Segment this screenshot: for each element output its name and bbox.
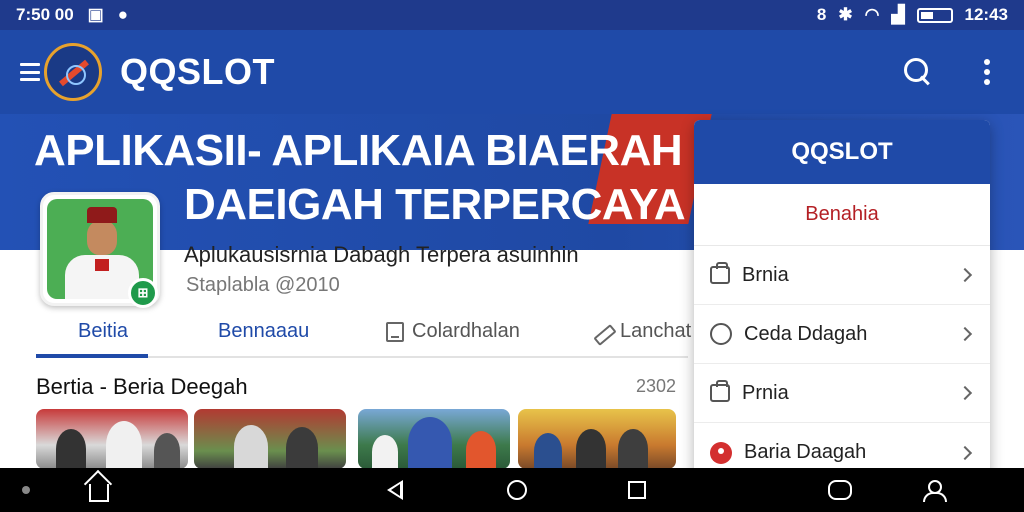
tabs-icon[interactable] [824, 468, 856, 512]
status-bar: 7:50 00 ▣ ● 8 ✱ ◠ ▟ 12:43 [0, 0, 1024, 30]
tab-label: Lanchat [620, 320, 692, 342]
tab-bennaaau[interactable]: Bennaaau [218, 320, 309, 343]
app-title: QQSLOT [120, 51, 275, 92]
home-circle-icon[interactable] [502, 468, 532, 512]
dropdown-header: QQSLOT [694, 120, 990, 184]
image-notification-icon: ▣ [87, 5, 104, 24]
search-icon[interactable] [904, 58, 932, 86]
active-tab-indicator [36, 354, 148, 358]
news-thumbnail[interactable] [518, 409, 676, 469]
wifi-icon: ◠ [864, 5, 880, 24]
chevron-right-icon [957, 385, 973, 401]
notification-dot-icon: ● [117, 5, 129, 24]
status-left: 7:50 00 ▣ ● [16, 5, 128, 25]
document-icon [386, 321, 404, 342]
section-count: 2302 [636, 376, 677, 396]
tab-colardhalan[interactable]: Colardhalan [386, 320, 520, 343]
tab-label: Colardhalan [412, 320, 520, 342]
more-options-icon[interactable] [984, 59, 990, 85]
tab-lanchat[interactable]: Lanchat [592, 320, 691, 343]
chevron-right-icon [957, 326, 973, 342]
nav-dot [16, 468, 36, 512]
screen: 7:50 00 ▣ ● 8 ✱ ◠ ▟ 12:43 QQSLOT APLIKAS… [0, 0, 1024, 512]
location-pin-icon [710, 441, 732, 464]
verified-badge-icon: ⊞ [128, 278, 158, 308]
tab-bar: Beitia Bennaaau Colardhalan Lanchat [36, 312, 691, 358]
hero-title-line1: APLIKASII- APLIKAIA BIAERAH [34, 126, 683, 175]
tab-label: Bennaaau [218, 320, 310, 342]
menu-item-prnia[interactable]: Prnia [694, 364, 990, 423]
menu-item-label: Baria Daagah [744, 441, 867, 463]
user-icon[interactable] [918, 468, 948, 512]
status-time: 7:50 00 [16, 5, 74, 24]
news-thumbnail[interactable] [194, 409, 346, 469]
menu-icon[interactable] [20, 63, 40, 81]
alarm-icon: 8 [816, 5, 827, 24]
status-right: 8 ✱ ◠ ▟ 12:43 [817, 5, 1008, 25]
menu-item-brnia[interactable]: Brnia [694, 246, 990, 305]
app-logo [44, 43, 102, 101]
back-icon[interactable] [380, 468, 410, 512]
system-nav-bar [0, 468, 1024, 512]
news-thumbnail[interactable] [36, 409, 188, 469]
news-thumbnail[interactable] [358, 409, 510, 469]
hero-title-line2: DAEIGAH TERPERCAYA [184, 180, 686, 229]
chevron-right-icon [957, 445, 973, 460]
chevron-right-icon [957, 267, 973, 283]
app-actions [904, 58, 990, 86]
chat-icon [710, 323, 732, 345]
dropdown-highlight-item[interactable]: Benahia [694, 184, 990, 246]
recents-icon[interactable] [622, 468, 652, 512]
section-title: Bertia - Beria Deegah [36, 374, 248, 399]
tab-label: Beitia [78, 320, 129, 342]
menu-item-label: Prnia [742, 381, 789, 404]
home-icon[interactable] [84, 468, 114, 512]
menu-item-ceda-ddagah[interactable]: Ceda Ddagah [694, 305, 990, 364]
bag-icon [710, 380, 730, 402]
bluetooth-icon: ✱ [838, 5, 853, 24]
app-bar: QQSLOT [0, 30, 1024, 114]
profile-subtitle: Staplabla @2010 [186, 274, 340, 296]
dropdown-menu: QQSLOT Benahia Brnia Ceda Ddagah Prnia B… [694, 120, 990, 480]
profile-name: Aplukausisrnia Dabagh Terpera asuinhin [184, 242, 579, 267]
pencil-icon [592, 322, 612, 342]
tab-beitia[interactable]: Beitia [78, 320, 128, 343]
status-clock: 12:43 [964, 5, 1008, 24]
bag-icon [710, 262, 730, 284]
signal-icon: ▟ [891, 5, 905, 24]
menu-item-label: Brnia [742, 263, 789, 286]
menu-item-label: Ceda Ddagah [744, 322, 868, 345]
battery-icon [916, 7, 953, 23]
